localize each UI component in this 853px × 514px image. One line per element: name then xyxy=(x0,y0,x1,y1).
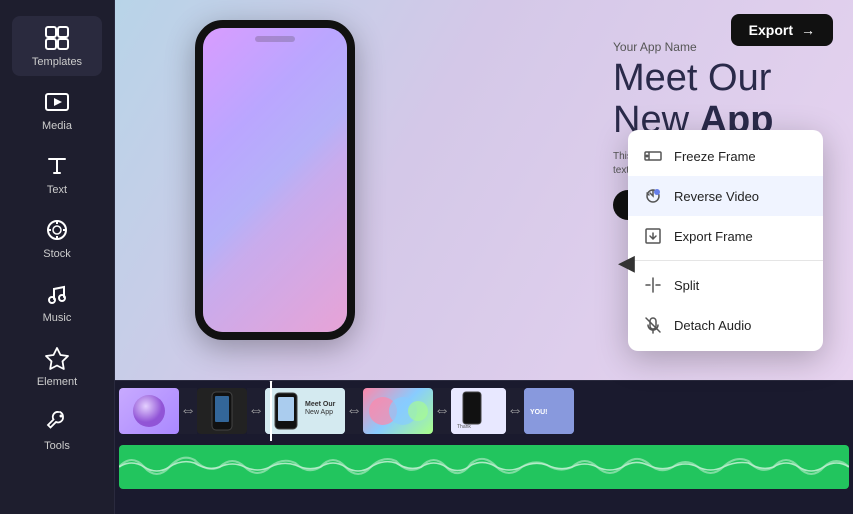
tools-icon xyxy=(43,408,71,436)
transition-3: ⇔ xyxy=(345,388,363,434)
detach-audio-label: Detach Audio xyxy=(674,318,751,333)
context-menu: Freeze Frame Reverse Video Export Fr xyxy=(628,130,823,351)
export-frame-label: Export Frame xyxy=(674,229,753,244)
phone-mockup xyxy=(195,20,395,360)
sidebar-item-element[interactable]: Element xyxy=(12,336,102,396)
phone-frame xyxy=(195,20,355,340)
sidebar-item-element-label: Element xyxy=(37,376,77,388)
element-icon xyxy=(43,344,71,372)
export-frame-icon xyxy=(642,225,664,247)
export-arrow-icon: → xyxy=(801,22,815,38)
timeline-area: ⇔ ⇔ Meet Our New App xyxy=(115,380,853,514)
audio-track[interactable]: /* generated inline */ xyxy=(119,445,849,489)
text-icon xyxy=(43,152,71,180)
svg-text:Thank: Thank xyxy=(457,424,471,430)
sidebar: Templates Media Text xyxy=(0,0,115,514)
sidebar-item-media-label: Media xyxy=(42,120,72,132)
sidebar-item-tools-label: Tools xyxy=(44,440,70,452)
transition-2: ⇔ xyxy=(247,388,265,434)
reverse-video-label: Reverse Video xyxy=(674,189,759,204)
playhead-triangle xyxy=(265,381,277,383)
svg-text:Meet Our: Meet Our xyxy=(305,401,336,408)
sidebar-item-stock[interactable]: Stock xyxy=(12,208,102,268)
context-menu-split[interactable]: Split xyxy=(628,265,823,305)
detach-audio-icon xyxy=(642,314,664,336)
transition-5: ⇔ xyxy=(506,388,524,434)
sidebar-item-music-label: Music xyxy=(43,312,72,324)
templates-icon xyxy=(43,24,71,52)
clip-2[interactable] xyxy=(197,388,247,434)
sidebar-item-stock-label: Stock xyxy=(43,248,71,260)
sidebar-item-text-label: Text xyxy=(47,184,67,196)
main-area: Export → Your App Name Meet Our New App … xyxy=(115,0,853,514)
music-icon xyxy=(43,280,71,308)
freeze-frame-label: Freeze Frame xyxy=(674,149,756,164)
sidebar-item-media[interactable]: Media xyxy=(12,80,102,140)
svg-text:YOU!: YOU! xyxy=(530,409,548,416)
reverse-video-icon xyxy=(642,185,664,207)
split-icon xyxy=(642,274,664,296)
context-menu-detach-audio[interactable]: Detach Audio xyxy=(628,305,823,345)
playhead xyxy=(270,381,272,441)
clip-6[interactable]: YOU! xyxy=(524,388,574,434)
sidebar-item-templates[interactable]: Templates xyxy=(12,16,102,76)
export-button[interactable]: Export → xyxy=(731,14,833,46)
audio-track-wrapper: /* generated inline */ xyxy=(115,445,853,489)
transition-1: ⇔ xyxy=(179,388,197,434)
export-label: Export xyxy=(749,22,793,38)
clip-3[interactable]: Meet Our New App xyxy=(265,388,345,434)
sidebar-item-tools[interactable]: Tools xyxy=(12,400,102,460)
sidebar-item-templates-label: Templates xyxy=(32,56,82,68)
audio-waveform: /* generated inline */ xyxy=(119,445,849,489)
transition-4: ⇔ xyxy=(433,388,451,434)
context-menu-divider xyxy=(628,260,823,261)
split-label: Split xyxy=(674,278,699,293)
clip-5[interactable]: Thank xyxy=(451,388,506,434)
context-menu-freeze-frame[interactable]: Freeze Frame xyxy=(628,136,823,176)
context-menu-export-frame[interactable]: Export Frame xyxy=(628,216,823,256)
context-menu-reverse-video[interactable]: Reverse Video xyxy=(628,176,823,216)
media-icon xyxy=(43,88,71,116)
headline-line1: Meet Our xyxy=(613,57,771,99)
stock-icon xyxy=(43,216,71,244)
clip-4[interactable] xyxy=(363,388,433,434)
phone-screen xyxy=(203,28,347,332)
clip-1[interactable] xyxy=(119,388,179,434)
cursor-arrow: ▶ xyxy=(618,250,635,276)
sidebar-item-music[interactable]: Music xyxy=(12,272,102,332)
freeze-frame-icon xyxy=(642,145,664,167)
svg-text:New App: New App xyxy=(305,409,333,416)
sidebar-item-text[interactable]: Text xyxy=(12,144,102,204)
timeline-clips: ⇔ ⇔ Meet Our New App xyxy=(115,381,853,441)
clips-wrapper: ⇔ ⇔ Meet Our New App xyxy=(115,382,578,440)
